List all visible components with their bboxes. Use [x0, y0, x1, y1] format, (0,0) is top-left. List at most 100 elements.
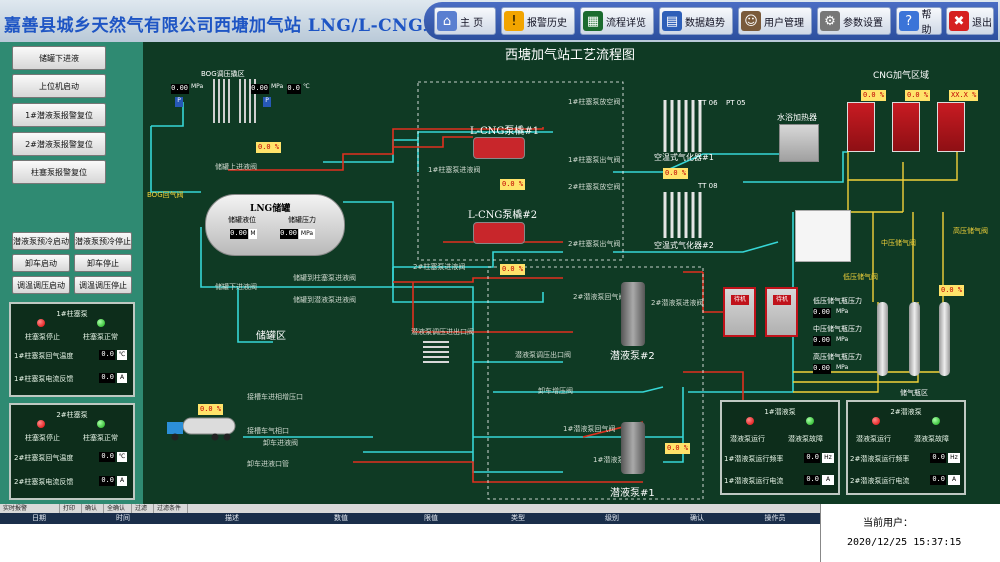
nav-help-button[interactable]: ? 帮助: [896, 7, 942, 36]
bog-heater-icon: [213, 79, 230, 123]
col-value[interactable]: 数值: [296, 513, 386, 524]
process-monitor-icon: ▦: [583, 11, 603, 31]
nav-user-button[interactable]: ☺ 用户管理: [738, 7, 812, 35]
cng-dispenser-1[interactable]: [847, 102, 875, 152]
tank-bottom-inlet-label: 储罐下进液阀: [215, 283, 257, 291]
col-type[interactable]: 类型: [476, 513, 560, 524]
precool-stop-button[interactable]: 潜液泵预冷停止: [74, 232, 132, 250]
nav-process-button[interactable]: ▦ 流程详览: [580, 7, 654, 35]
col-date[interactable]: 日期: [0, 513, 78, 524]
bog-pressure-value: 0.00: [171, 84, 189, 94]
pump2-temp-value: 0.0: [99, 452, 115, 462]
cng-dispenser-3[interactable]: [937, 102, 965, 152]
col-description[interactable]: 描述: [168, 513, 296, 524]
trend-chart-icon: ▤: [662, 11, 682, 31]
tanker-truck-icon[interactable]: [165, 414, 237, 442]
nav-exit-button[interactable]: ✖ 退出: [946, 7, 994, 35]
submerged-pump1[interactable]: [621, 422, 645, 474]
lcng-pump2[interactable]: [473, 222, 525, 244]
water-heater-label: 水浴加热器: [777, 113, 817, 122]
host-start-button[interactable]: 上位机启动: [12, 74, 106, 98]
tank-bottom-inlet-button[interactable]: 储罐下进液: [12, 46, 106, 70]
bog-temp-unit: ℃: [303, 83, 310, 90]
precool-start-button[interactable]: 潜液泵预冷启动: [12, 232, 70, 250]
high-valve-label: 高压储气阀: [953, 227, 988, 235]
col-confirm[interactable]: 确认: [664, 513, 730, 524]
bog-pressure2-value: 0.00: [251, 84, 269, 94]
sub-pump2-cur-value: 0.0: [930, 475, 946, 485]
sub-pump1-panel: 1#潜液泵 潜液泵运行 潜液泵故障 1#潜液泵运行频率 0.0 Hz 1#潜液泵…: [720, 400, 840, 495]
dispenser3-percent: XX.X %: [949, 90, 979, 101]
dispenser2-status: 待机: [773, 295, 791, 305]
pump1-alarm-reset-button[interactable]: 1#潜液泵报警复位: [12, 103, 106, 127]
tank-top-inlet-label: 储罐上进液阀: [215, 163, 257, 171]
tt08-label: TT 08: [698, 182, 718, 190]
nav-trend-button[interactable]: ▤ 数据趋势: [659, 7, 733, 35]
submerged-pump2[interactable]: [621, 282, 645, 346]
print-button[interactable]: 打印: [60, 504, 82, 513]
p1-out-label: 1#柱塞泵出气阀: [568, 156, 621, 164]
filter-condition-button[interactable]: 过滤条件: [154, 504, 188, 513]
sub-pump2-freq-label: 2#潜液泵运行频率: [850, 455, 910, 463]
control-cabinet[interactable]: [795, 210, 851, 262]
sub-pump1-run-label: 潜液泵运行: [730, 435, 765, 443]
water-heater[interactable]: [779, 124, 819, 162]
col-level[interactable]: 级别: [560, 513, 664, 524]
pump2-title: 2#柱塞泵: [56, 411, 88, 419]
lng-tank[interactable]: LNG储罐 储罐液位 储罐压力 0.00 M 0.00 MPa: [205, 194, 345, 256]
unload-stop-button[interactable]: 卸车停止: [74, 254, 132, 272]
pump2-current-label: 2#柱塞泵电流反馈: [14, 478, 74, 486]
nav-alarm-history-button[interactable]: ! 报警历史: [501, 7, 575, 35]
pump1-normal-label: 柱塞泵正常: [83, 333, 118, 341]
confirm-all-button[interactable]: 全确认: [104, 504, 132, 513]
tank-to-submerged-label: 储罐到潜液泵进液阀: [293, 296, 356, 304]
col-time[interactable]: 时间: [78, 513, 168, 524]
bog-valve-label: BOG回气阀: [147, 191, 184, 199]
pump1-stop-lamp: [37, 319, 45, 327]
mid-pressure-label: 中压储气瓶压力: [813, 325, 862, 333]
sub-pump1-run-lamp: [746, 417, 754, 425]
storage-cylinder-2: [909, 302, 920, 376]
sub-pump2-cur-unit: A: [948, 475, 960, 485]
sub-pump1-fault-lamp: [806, 417, 814, 425]
vaporizer2-label: 空温式气化器#2: [654, 241, 714, 250]
pressure-adjust-start-button[interactable]: 调温调压启动: [12, 276, 70, 294]
realtime-alarm-tab[interactable]: 实时报警: [0, 504, 60, 513]
pump2-current-unit: A: [117, 476, 127, 486]
sub-pump2-freq-value: 0.0: [930, 453, 946, 463]
plunger-alarm-reset-button[interactable]: 柱塞泵报警复位: [12, 160, 106, 184]
p2-out-label: 2#柱塞泵出气阀: [568, 240, 621, 248]
filter-button[interactable]: 过滤: [132, 504, 154, 513]
sub-pump1-fault-label: 潜液泵故障: [788, 435, 823, 443]
cng-dispenser-2[interactable]: [892, 102, 920, 152]
left-control-panel: 储罐下进液 上位机启动 1#潜液泵报警复位 2#潜液泵报警复位 柱塞泵报警复位 …: [0, 42, 143, 504]
current-user-box: 当前用户： 2020/12/25 15:37:15: [820, 504, 1000, 562]
nav-settings-button[interactable]: ⚙ 参数设置: [817, 7, 891, 35]
alarm-table-body[interactable]: [0, 524, 820, 562]
sub2-return-gas-label: 2#潜液泵回气阀: [573, 293, 626, 301]
sub-pump1-freq-unit: Hz: [822, 453, 834, 463]
pump2-alarm-reset-button[interactable]: 2#潜液泵报警复位: [12, 132, 106, 156]
nav-home-button[interactable]: ⌂ 主 页: [434, 7, 496, 35]
tank-level-value: 0.00: [230, 229, 248, 239]
low-valve-label: 低压储气阀: [843, 273, 878, 281]
col-operator[interactable]: 操作员: [730, 513, 820, 524]
sub-pump2-run-lamp: [872, 417, 880, 425]
p1-vent-label: 1#柱塞泵放空阀: [568, 98, 621, 106]
tank-pressure-unit: MPa: [299, 229, 315, 239]
unload-start-button[interactable]: 卸车启动: [12, 254, 70, 272]
col-limit[interactable]: 限值: [386, 513, 476, 524]
p2-vent-label: 2#柱塞泵放空阀: [568, 183, 621, 191]
pressure-adjust-stop-button[interactable]: 调温调压停止: [74, 276, 132, 294]
lcng-pump1[interactable]: [473, 137, 525, 159]
pump1-temp-unit: ℃: [117, 350, 127, 360]
low-pressure-unit: MPa: [836, 308, 849, 315]
confirm-button[interactable]: 确认: [82, 504, 104, 513]
diagram-title: 西塘加气站工艺流程图: [505, 48, 636, 63]
lng-dispenser-1[interactable]: 待机: [723, 287, 756, 337]
lng-dispenser-2[interactable]: 待机: [765, 287, 798, 337]
home-icon: ⌂: [437, 11, 457, 31]
pump1-current-label: 1#柱塞泵电流反馈: [14, 375, 74, 383]
heat-exchanger-icon: [423, 341, 449, 363]
sub-pump2-run-label: 潜液泵运行: [856, 435, 891, 443]
